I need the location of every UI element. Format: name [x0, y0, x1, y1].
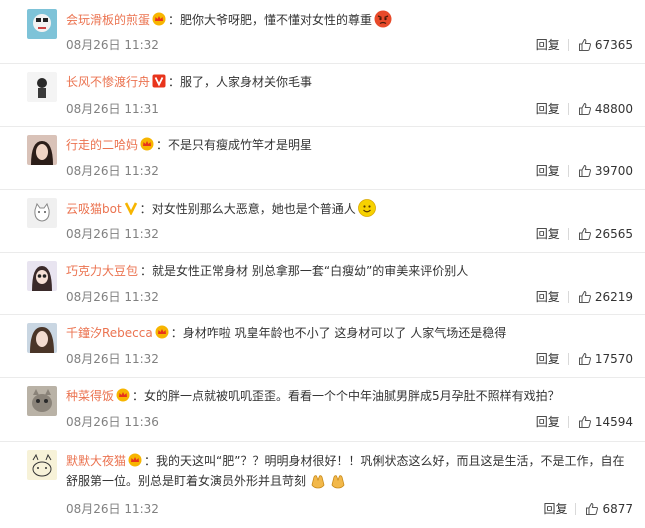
comment-time: 08月26日 11:32 — [66, 290, 159, 304]
thumbs-up-icon — [578, 164, 591, 177]
like-button[interactable]: 26219 — [578, 288, 633, 306]
divider — [567, 39, 569, 51]
username-link[interactable]: 长风不惨渡行舟 — [66, 75, 150, 89]
comment-text: 肥你大爷呀肥，懂不懂对女性的尊重 — [180, 13, 373, 27]
verified-v-badge-icon — [152, 74, 166, 88]
reply-button[interactable]: 回复 — [536, 350, 560, 368]
comment-item: 默默大夜猫 ：我的天这叫“肥”？？明明身材很好！！巩俐状态这么好，而且这是生活，不… — [0, 442, 645, 526]
colon: ： — [168, 75, 181, 89]
avatar[interactable] — [27, 386, 57, 416]
reply-button[interactable]: 回复 — [543, 500, 567, 518]
divider — [567, 165, 569, 177]
comment-item: 长风不惨渡行舟 ：服了，人家身材关你毛事 08月26日 11:31 回复 4880… — [0, 64, 645, 127]
avatar[interactable] — [27, 323, 57, 353]
crown-badge-icon — [128, 453, 142, 467]
thumbs-up-icon — [578, 290, 591, 303]
divider — [567, 228, 569, 240]
comment-text: 不是只有瘦成竹竿才是明星 — [168, 138, 313, 152]
username-link[interactable]: 云吸猫bot — [66, 202, 122, 216]
clap-emoji-icon — [309, 471, 327, 489]
angry-face-emoji-icon — [374, 10, 392, 28]
comment-item: 千鐘汐Rebecca ：身材咋啦 巩皇年龄也不小了 这身材可以了 人家气场还是稳得… — [0, 315, 645, 378]
username-link[interactable]: 默默大夜猫 — [66, 454, 126, 468]
colon: ： — [156, 138, 169, 152]
like-button[interactable]: 17570 — [578, 350, 633, 368]
clap-emoji-icon — [329, 471, 347, 489]
colon: ： — [132, 389, 145, 403]
username-link[interactable]: 巧克力大豆包 — [66, 264, 138, 278]
crown-badge-icon — [116, 388, 130, 402]
like-button[interactable]: 48800 — [578, 100, 633, 118]
like-count: 67365 — [594, 38, 633, 52]
reply-button[interactable]: 回复 — [536, 100, 560, 118]
divider — [567, 353, 569, 365]
comment-text: 女的胖一点就被叽叽歪歪。看看一个个中年油腻男胖成5月孕肚不照样有戏拍？ — [144, 389, 560, 403]
like-button[interactable]: 6877 — [585, 500, 633, 518]
thumbs-up-icon — [578, 38, 591, 51]
comment-time: 08月26日 11:32 — [66, 38, 159, 52]
thumbs-up-icon — [578, 102, 591, 115]
comment-text: 身材咋啦 巩皇年龄也不小了 这身材可以了 人家气场还是稳得 — [182, 326, 507, 340]
like-count: 48800 — [594, 102, 633, 116]
like-count: 26219 — [594, 290, 633, 304]
thumbs-up-icon — [586, 502, 599, 515]
comment-text: 服了，人家身材关你毛事 — [180, 75, 313, 89]
comment-list: 会玩滑板的煎蛋 ：肥你大爷呀肥，懂不懂对女性的尊重 08月26日 11:32 回复… — [0, 0, 645, 526]
avatar[interactable] — [27, 198, 57, 228]
avatar[interactable] — [27, 135, 57, 165]
colon: ： — [144, 454, 157, 468]
username-link[interactable]: 会玩滑板的煎蛋 — [66, 13, 150, 27]
thumbs-up-icon — [578, 352, 591, 365]
comment-item: 行走的二哈妈 ：不是只有瘦成竹竿才是明星 08月26日 11:32 回复 3970… — [0, 127, 645, 190]
like-count: 39700 — [594, 164, 633, 178]
comment-time: 08月26日 11:32 — [66, 502, 159, 516]
comment-time: 08月26日 11:32 — [66, 227, 159, 241]
like-button[interactable]: 39700 — [578, 162, 633, 180]
like-count: 26565 — [594, 227, 633, 241]
like-button[interactable]: 26565 — [578, 225, 633, 243]
like-count: 14594 — [594, 415, 633, 429]
like-button[interactable]: 67365 — [578, 36, 633, 54]
avatar[interactable] — [27, 72, 57, 102]
username-link[interactable]: 千鐘汐Rebecca — [66, 326, 153, 340]
verified-v-badge-icon — [124, 201, 138, 215]
reply-button[interactable]: 回复 — [536, 36, 560, 54]
like-button[interactable]: 14594 — [578, 413, 633, 431]
reply-button[interactable]: 回复 — [536, 288, 560, 306]
divider — [567, 291, 569, 303]
comment-time: 08月26日 11:32 — [66, 352, 159, 366]
colon: ： — [140, 264, 153, 278]
thumbs-up-icon — [578, 227, 591, 240]
avatar[interactable] — [27, 9, 57, 39]
comment-item: 巧克力大豆包 ：就是女性正常身材 别总拿那一套“白瘦幼”的审美来评价别人 08月2… — [0, 253, 645, 315]
comment-text: 对女性别那么大恶意，她也是个普通人 — [151, 202, 356, 216]
crown-badge-icon — [152, 12, 166, 26]
comment-text: 就是女性正常身材 别总拿那一套“白瘦幼”的审美来评价别人 — [152, 264, 469, 278]
comment-item: 云吸猫bot ：对女性别那么大恶意，她也是个普通人 08月26日 11:32 回复… — [0, 190, 645, 253]
comment-time: 08月26日 11:36 — [66, 415, 159, 429]
thumbs-up-icon — [578, 415, 591, 428]
avatar[interactable] — [27, 261, 57, 291]
reply-button[interactable]: 回复 — [536, 162, 560, 180]
crown-badge-icon — [140, 137, 154, 151]
divider — [575, 503, 577, 515]
like-count: 17570 — [594, 352, 633, 366]
avatar[interactable] — [27, 450, 57, 480]
like-count: 6877 — [602, 502, 633, 516]
comment-time: 08月26日 11:32 — [66, 164, 159, 178]
smile-emoji-icon — [357, 199, 376, 217]
colon: ： — [170, 326, 183, 340]
reply-button[interactable]: 回复 — [536, 225, 560, 243]
comment-item: 种菜得饭 ：女的胖一点就被叽叽歪歪。看看一个个中年油腻男胖成5月孕肚不照样有戏拍？… — [0, 378, 645, 442]
crown-badge-icon — [155, 325, 169, 339]
comment-item: 会玩滑板的煎蛋 ：肥你大爷呀肥，懂不懂对女性的尊重 08月26日 11:32 回复… — [0, 0, 645, 64]
username-link[interactable]: 种菜得饭 — [66, 389, 114, 403]
divider — [567, 103, 569, 115]
reply-button[interactable]: 回复 — [536, 413, 560, 431]
colon: ： — [139, 202, 152, 216]
username-link[interactable]: 行走的二哈妈 — [66, 138, 138, 152]
colon: ： — [168, 13, 181, 27]
comment-time: 08月26日 11:31 — [66, 102, 159, 116]
divider — [567, 416, 569, 428]
